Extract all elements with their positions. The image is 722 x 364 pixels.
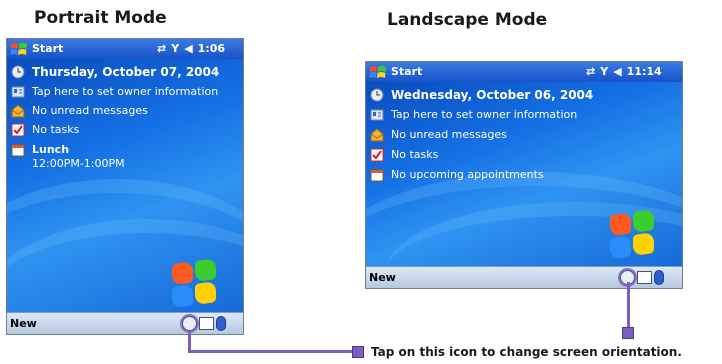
calendar-icon — [11, 144, 25, 157]
today-screen: Wednesday, October 06, 2004 Tap here to … — [366, 82, 682, 266]
new-button[interactable]: New — [10, 317, 37, 330]
bottom-bar: New — [366, 266, 682, 288]
today-date-row[interactable]: Thursday, October 07, 2004 — [7, 65, 243, 79]
messages-text: No unread messages — [32, 104, 148, 117]
portrait-mode-heading: Portrait Mode — [34, 8, 167, 28]
bottom-bar: New — [7, 312, 243, 334]
bluetooth-icon[interactable] — [654, 270, 664, 285]
messages-row[interactable]: No unread messages — [7, 104, 243, 118]
today-date: Thursday, October 07, 2004 — [32, 65, 220, 79]
tasks-icon — [370, 148, 384, 162]
callout-end-text — [352, 346, 364, 358]
owner-info-text: Tap here to set owner information — [32, 85, 219, 98]
title-bar: Start ⇄ Y ◀ 1:06 — [7, 39, 243, 59]
tasks-text: No tasks — [32, 123, 80, 136]
status-icons: ⇄ Y ◀ 1:06 — [157, 42, 225, 55]
bluetooth-icon[interactable] — [216, 316, 226, 331]
callout-end-landscape — [622, 327, 634, 339]
sync-icon[interactable]: ⇄ — [586, 65, 595, 78]
status-icons: ⇄ Y ◀ 11:14 — [586, 65, 662, 78]
inbox-icon — [370, 128, 384, 142]
today-date: Wednesday, October 06, 2004 — [391, 88, 594, 102]
callout-line-landscape-down — [627, 282, 630, 330]
windows-flag-logo — [172, 258, 218, 310]
tasks-row[interactable]: No tasks — [366, 148, 682, 162]
signal-icon[interactable]: Y — [171, 42, 179, 55]
windows-logo-icon[interactable] — [369, 64, 387, 80]
screen-orientation-icon[interactable] — [182, 316, 197, 331]
calendar-icon — [370, 169, 384, 182]
owner-info-row[interactable]: Tap here to set owner information — [366, 108, 682, 122]
clock-icon — [370, 88, 384, 102]
owner-info-row[interactable]: Tap here to set owner information — [7, 85, 243, 99]
owner-card-icon — [11, 86, 25, 98]
messages-text: No unread messages — [391, 128, 507, 141]
messages-row[interactable]: No unread messages — [366, 128, 682, 142]
start-menu-label[interactable]: Start — [32, 42, 63, 55]
network-icon[interactable] — [637, 271, 652, 284]
windows-logo-icon[interactable] — [10, 41, 28, 57]
today-screen: Thursday, October 07, 2004 Tap here to s… — [7, 59, 243, 312]
appointments-row[interactable]: Lunch 12:00PM-1:00PM — [7, 143, 243, 171]
callout-text: Tap on this icon to change screen orient… — [371, 345, 682, 359]
signal-icon[interactable]: Y — [600, 65, 608, 78]
portrait-screen: Start ⇄ Y ◀ 1:06 Thursday, October 07, 2… — [6, 38, 244, 335]
owner-info-text: Tap here to set owner information — [391, 108, 578, 121]
sync-icon[interactable]: ⇄ — [157, 42, 166, 55]
callout-line-portrait-down — [188, 331, 191, 352]
landscape-screen: Start ⇄ Y ◀ 11:14 Wednesday, October 06,… — [365, 61, 683, 289]
tasks-icon — [11, 123, 25, 137]
network-icon[interactable] — [199, 317, 214, 330]
start-menu-label[interactable]: Start — [391, 65, 422, 78]
tasks-row[interactable]: No tasks — [7, 123, 243, 137]
title-bar: Start ⇄ Y ◀ 11:14 — [366, 62, 682, 82]
system-tray — [182, 316, 226, 331]
appointment-time: 12:00PM-1:00PM — [32, 157, 125, 170]
appointments-row[interactable]: No upcoming appointments — [366, 168, 682, 182]
owner-card-icon — [370, 109, 384, 121]
tasks-text: No tasks — [391, 148, 439, 161]
windows-flag-logo — [610, 209, 656, 261]
clock-time[interactable]: 11:14 — [627, 65, 662, 78]
new-button[interactable]: New — [369, 271, 396, 284]
today-date-row[interactable]: Wednesday, October 06, 2004 — [366, 88, 682, 102]
speaker-icon[interactable]: ◀ — [613, 65, 621, 78]
speaker-icon[interactable]: ◀ — [184, 42, 192, 55]
clock-icon — [11, 65, 25, 79]
inbox-icon — [11, 104, 25, 118]
appointments-text: No upcoming appointments — [391, 168, 544, 181]
clock-time[interactable]: 1:06 — [198, 42, 225, 55]
callout-line-horizontal — [188, 350, 355, 353]
landscape-mode-heading: Landscape Mode — [387, 10, 548, 30]
appointment-title: Lunch — [32, 143, 70, 156]
